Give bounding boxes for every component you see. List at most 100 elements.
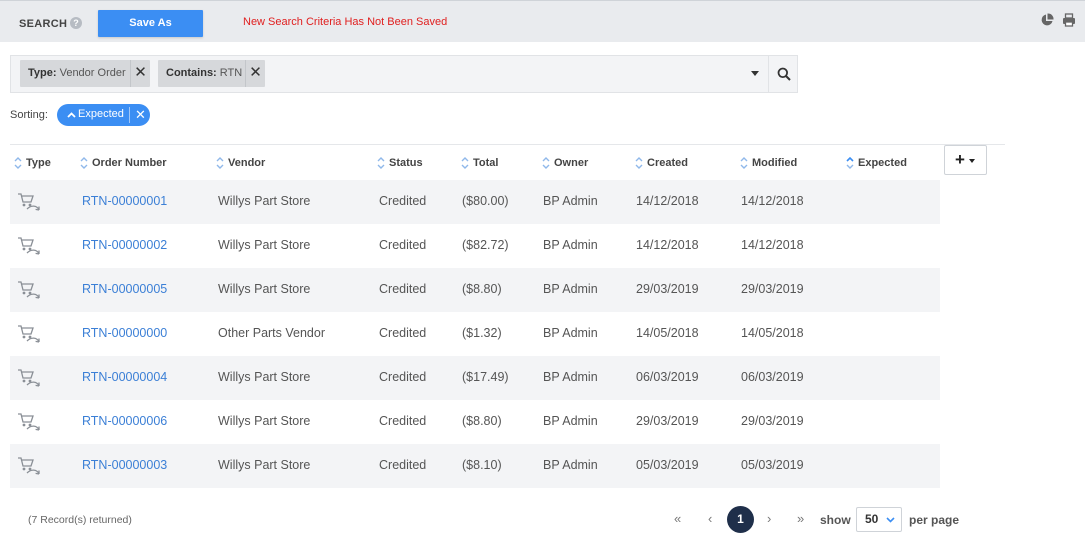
vendor-cell: Willys Part Store	[218, 194, 311, 208]
column-header-label: Modified	[752, 157, 798, 169]
pie-chart-icon[interactable]	[1040, 13, 1054, 27]
status-cell: Credited	[379, 326, 427, 340]
modified-cell: 29/03/2019	[741, 414, 804, 428]
dropdown-caret-icon[interactable]	[751, 71, 759, 76]
table-row[interactable]: RTN-00000002 Willys Part Store Credited ($8…	[10, 224, 940, 268]
current-page[interactable]: 1	[727, 506, 754, 533]
vendor-return-icon	[18, 325, 40, 343]
vendor-cell: Willys Part Store	[218, 414, 311, 428]
table-header-divider	[10, 144, 1005, 145]
sorting-label: Sorting:	[10, 109, 48, 121]
search-filter-bar[interactable]: Type: Vendor Order ✕ Contains: RTN ✕	[10, 55, 798, 93]
per-page-select[interactable]: 50	[856, 507, 902, 532]
column-header-label: Created	[647, 157, 688, 169]
created-cell: 06/03/2019	[636, 370, 699, 384]
plus-icon: +	[955, 150, 965, 169]
created-cell: 14/12/2018	[636, 194, 699, 208]
total-cell: ($8.80)	[462, 282, 502, 296]
filter-chip-type: Type: Vendor Order ✕	[20, 60, 150, 87]
vendor-return-icon	[18, 237, 40, 255]
table-row[interactable]: RTN-00000004 Willys Part Store Credited ($1…	[10, 356, 940, 400]
help-icon[interactable]: ?	[70, 17, 82, 29]
total-cell: ($82.72)	[462, 238, 509, 252]
column-header-order-number[interactable]: Order Number	[80, 156, 167, 170]
filter-chip-key: Type:	[28, 67, 57, 79]
column-header-created[interactable]: Created	[635, 156, 688, 170]
status-cell: Credited	[379, 414, 427, 428]
order-number-link[interactable]: RTN-00000005	[82, 282, 167, 296]
vendor-cell: Willys Part Store	[218, 238, 311, 252]
vendor-cell: Willys Part Store	[218, 282, 311, 296]
print-icon[interactable]	[1062, 13, 1076, 27]
first-page-button[interactable]: «	[674, 511, 681, 526]
vendor-return-icon	[18, 457, 40, 475]
table-row[interactable]: RTN-00000006 Willys Part Store Credited ($8…	[10, 400, 940, 444]
column-header-modified[interactable]: Modified	[740, 156, 797, 170]
column-header-expected[interactable]: Expected	[846, 156, 907, 170]
created-cell: 14/12/2018	[636, 238, 699, 252]
next-page-button[interactable]: ›	[767, 511, 771, 526]
unsaved-warning: New Search Criteria Has Not Been Saved	[243, 16, 448, 28]
column-header-type[interactable]: Type	[14, 156, 51, 170]
sort-arrows-icon	[216, 157, 224, 169]
chevron-down-icon	[886, 517, 895, 523]
column-header-label: Type	[26, 157, 51, 169]
vendor-cell: Other Parts Vendor	[218, 326, 326, 340]
status-cell: Credited	[379, 282, 427, 296]
order-number-link[interactable]: RTN-00000001	[82, 194, 167, 208]
vendor-return-icon	[18, 281, 40, 299]
per-page-value: 50	[865, 512, 879, 526]
created-cell: 05/03/2019	[636, 458, 699, 472]
created-cell: 29/03/2019	[636, 414, 699, 428]
sort-arrows-icon	[14, 157, 22, 169]
column-header-vendor[interactable]: Vendor	[216, 156, 265, 170]
add-column-button[interactable]: +	[944, 145, 987, 175]
table-row[interactable]: RTN-00000001 Willys Part Store Credited ($8…	[10, 180, 940, 224]
sort-arrows-icon	[635, 157, 643, 169]
order-number-link[interactable]: RTN-00000000	[82, 326, 167, 340]
vendor-cell: Willys Part Store	[218, 370, 311, 384]
table-row[interactable]: RTN-00000003 Willys Part Store Credited ($8…	[10, 444, 940, 488]
save-as-button[interactable]: Save As	[98, 10, 203, 37]
status-cell: Credited	[379, 370, 427, 384]
column-header-label: Owner	[554, 157, 589, 169]
remove-filter-icon[interactable]: ✕	[130, 60, 150, 87]
order-number-link[interactable]: RTN-00000004	[82, 370, 167, 384]
last-page-button[interactable]: »	[797, 511, 804, 526]
search-header-bar: SEARCH ? Save As New Search Criteria Has…	[0, 0, 1085, 42]
sort-arrows-icon	[461, 157, 469, 169]
sort-arrows-icon	[740, 157, 748, 169]
status-cell: Credited	[379, 194, 427, 208]
remove-sort-icon[interactable]: ✕	[135, 107, 146, 123]
owner-cell: BP Admin	[543, 194, 598, 208]
modified-cell: 14/12/2018	[741, 194, 804, 208]
filter-chip-value: Vendor Order	[59, 67, 126, 79]
table-row[interactable]: RTN-00000005 Willys Part Store Credited ($8…	[10, 268, 940, 312]
caret-down-icon	[969, 159, 975, 163]
column-header-owner[interactable]: Owner	[542, 156, 588, 170]
owner-cell: BP Admin	[543, 238, 598, 252]
order-number-link[interactable]: RTN-00000006	[82, 414, 167, 428]
order-number-link[interactable]: RTN-00000002	[82, 238, 167, 252]
status-cell: Credited	[379, 238, 427, 252]
search-button[interactable]	[768, 56, 798, 92]
column-header-total[interactable]: Total	[461, 156, 498, 170]
owner-cell: BP Admin	[543, 414, 598, 428]
record-count: (7 Record(s) returned)	[28, 514, 132, 526]
remove-filter-icon[interactable]: ✕	[245, 60, 265, 87]
modified-cell: 29/03/2019	[741, 282, 804, 296]
order-number-link[interactable]: RTN-00000003	[82, 458, 167, 472]
vendor-return-icon	[18, 413, 40, 431]
sort-pill-divider	[129, 107, 130, 123]
sort-pill-expected[interactable]: Expected ✕	[57, 104, 150, 126]
owner-cell: BP Admin	[543, 282, 598, 296]
page-title: SEARCH	[19, 18, 68, 30]
owner-cell: BP Admin	[543, 458, 598, 472]
created-cell: 14/05/2018	[636, 326, 699, 340]
previous-page-button[interactable]: ‹	[708, 511, 712, 526]
filter-chip-key: Contains:	[166, 67, 217, 79]
filter-chip-value: RTN	[219, 67, 243, 79]
modified-cell: 14/12/2018	[741, 238, 804, 252]
table-row[interactable]: RTN-00000000 Other Parts Vendor Credited ($…	[10, 312, 940, 356]
column-header-status[interactable]: Status	[377, 156, 423, 170]
